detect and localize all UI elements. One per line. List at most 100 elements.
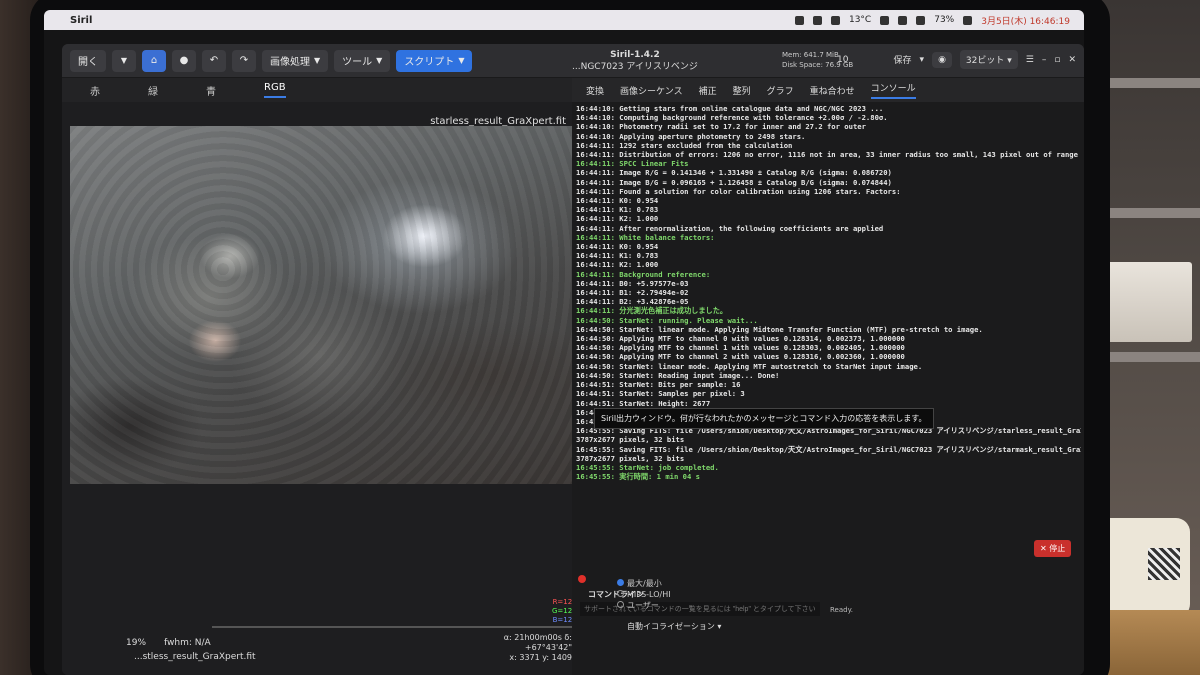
mode-user[interactable]: ユーザー [617,600,671,611]
console-line: 16:45:55: 実行時間: 1 min 04 s [576,472,700,482]
console-line: 16:44:11: SPCC Linear Fits [576,159,689,169]
image-panel: 赤 緑 青 RGB starless_result_GraXpert.fit R… [62,78,612,675]
tab-green[interactable]: 緑 [148,83,158,98]
tools-menu[interactable]: ツール ▼ [334,49,391,72]
home-icon: ⌂ [150,55,158,66]
siril-window: 開く ▼ ⌂ ● ↶ ↷ 画像処理 ▼ ツール ▼ スクリプト ▼ Siril-1.4… [62,44,1084,675]
snapshot-button[interactable]: ◉ [932,51,952,68]
mode-user-label: ユーザー [627,601,659,610]
mode-minmax[interactable]: 最大/最小 [617,578,671,589]
bitdepth-selector[interactable]: 32ビット ▾ [959,50,1018,69]
status-icon[interactable] [794,15,804,25]
temperature-label[interactable]: 13°C [849,15,871,25]
console-line: 16:44:11: Image B/G = 0.096165 + 1.12645… [576,177,892,187]
save-dropdown-icon[interactable]: ▾ [920,55,925,65]
stop-button[interactable]: ✕ 停止 [1034,540,1072,557]
project-name: ...NGC7023 アイリスリベンジ [572,62,698,72]
close-icon[interactable]: ✕ [1068,55,1076,65]
tab-red[interactable]: 赤 [90,83,100,98]
console-line: 16:44:11: 分光測光色補正は成功しました。 [576,306,728,316]
console-line: 16:44:50: StarNet: linear mode. Applying… [576,361,923,371]
cutoff-slider-track[interactable] [212,626,572,628]
qr-code [1148,548,1180,580]
thread-count[interactable]: 10 [837,55,848,65]
tab-calibration[interactable]: 補正 [699,84,717,97]
mode-mips[interactable]: MIPS-LO/HI [617,589,671,600]
battery-label[interactable]: 73% [934,15,954,25]
console-line: 16:44:11: K2: 1.000 [576,214,659,224]
command-input[interactable] [580,602,820,616]
console-line: 16:44:11: K1: 0.783 [576,251,659,261]
tab-sequence[interactable]: 画像シーケンス [620,84,683,97]
laptop-screen: Siril 13°C 73% 3月5日(木) 16:46:19 開く ▼ ⌂ ●… [44,10,1084,675]
bluetooth-icon[interactable] [898,15,908,25]
radio-selected[interactable] [617,579,624,586]
tab-conversion[interactable]: 変換 [586,84,604,97]
console-line: 16:44:11: After renormalization, the fol… [576,223,884,233]
console-line: 3787x2677 pixels, 32 bits [576,435,685,445]
console-line: 16:44:50: StarNet: linear mode. Applying… [576,324,983,334]
autostretch-selector[interactable]: 自動イコライゼーション ▾ [627,621,721,632]
menubar-clock[interactable]: 3月5日(木) 16:46:19 [981,14,1070,27]
chevron-down-icon: ▼ [376,56,383,65]
console-line: 3787x2677 pixels, 32 bits [576,453,685,463]
console-line: 16:44:11: K1: 0.783 [576,205,659,215]
radio[interactable] [617,601,624,608]
radio[interactable] [617,590,624,597]
undo-button[interactable]: ↶ [202,49,226,72]
console-line: 16:44:11: Image R/G = 0.141346 + 1.33149… [576,168,892,178]
console-line: 16:44:50: Applying MTF to channel 0 with… [576,334,905,344]
save-button[interactable]: 保存 [894,53,912,66]
home-button[interactable]: ⌂ [142,49,166,72]
battery-icon[interactable] [963,15,973,25]
mac-menubar: Siril 13°C 73% 3月5日(木) 16:46:19 [44,10,1084,30]
chevron-down-icon: ▼ [314,56,321,65]
wcs-coordinates: α: 21h00m00s δ: +67°43'42" [503,633,572,652]
redo-button[interactable]: ↷ [232,49,256,72]
console-line: 16:44:51: StarNet: Samples per pixel: 3 [576,389,745,399]
tab-rgb[interactable]: RGB [264,82,286,98]
channel-tabs: 赤 緑 青 RGB [62,78,572,102]
display-mode-group: 最大/最小 MIPS-LO/HI ユーザー [617,578,671,611]
cloud-icon[interactable] [830,15,840,25]
console-line: 16:44:11: K2: 1.000 [576,260,659,270]
console-line: 16:44:10: Photometry radii set to 17.2 f… [576,122,866,132]
tab-stacking[interactable]: 重ね合わせ [810,84,855,97]
console-line: 16:45:55: StarNet: job completed. [576,462,719,472]
console-line: 16:44:10: Getting stars from online cata… [576,104,884,113]
livestack-button[interactable]: ● [172,49,196,72]
maximize-icon[interactable]: ▫ [1054,55,1060,65]
tab-plot[interactable]: グラフ [767,84,794,97]
image-processing-menu[interactable]: 画像処理 ▼ [262,49,329,72]
console-line: 16:44:51: StarNet: Height: 2677 [576,398,711,408]
recent-dropdown-button[interactable]: ▼ [112,49,136,72]
tab-registration[interactable]: 整列 [733,84,751,97]
console-output[interactable]: 16:44:10: Getting stars from online cata… [576,104,1081,534]
console-line: 16:44:50: StarNet: running. Please wait.… [576,315,758,325]
tab-blue[interactable]: 青 [206,83,216,98]
app-menu-name[interactable]: Siril [70,15,92,26]
wifi-icon[interactable] [916,15,926,25]
minimize-icon[interactable]: – [1042,55,1047,65]
pixel-coordinates: x: 3371 y: 1409 [509,653,572,662]
nebula-image-canvas[interactable] [70,126,580,484]
status-icon[interactable] [880,15,890,25]
fwhm-value: fwhm: N/A [164,638,211,648]
main-toolbar: 開く ▼ ⌂ ● ↶ ↷ 画像処理 ▼ ツール ▼ スクリプト ▼ Siril-1.4… [62,44,1084,78]
status-bar: 19% fwhm: N/A [126,638,211,648]
scripts-label: スクリプト [404,57,455,68]
status-icon[interactable] [812,15,822,25]
tab-console[interactable]: コンソール [870,81,916,99]
console-line: 16:44:11: Background reference: [576,269,711,279]
open-label: 開く [78,57,98,68]
console-line: 16:45:55: Saving FITS: file /Users/shion… [576,444,1081,454]
console-line: 16:44:11: Distribution of errors: 1206 n… [576,150,1078,160]
console-line: 16:44:11: B1: +2.79494e-02 [576,288,689,298]
autostretch-label: 自動イコライゼーション [627,622,715,631]
status-area: 13°C 73% 3月5日(木) 16:46:19 [794,14,1070,27]
hamburger-menu-icon[interactable]: ☰ [1026,55,1034,65]
mode-mips-label: MIPS-LO/HI [627,590,671,599]
open-button[interactable]: 開く [70,49,106,72]
redo-icon: ↷ [239,55,249,66]
scripts-menu[interactable]: スクリプト ▼ [396,49,473,72]
